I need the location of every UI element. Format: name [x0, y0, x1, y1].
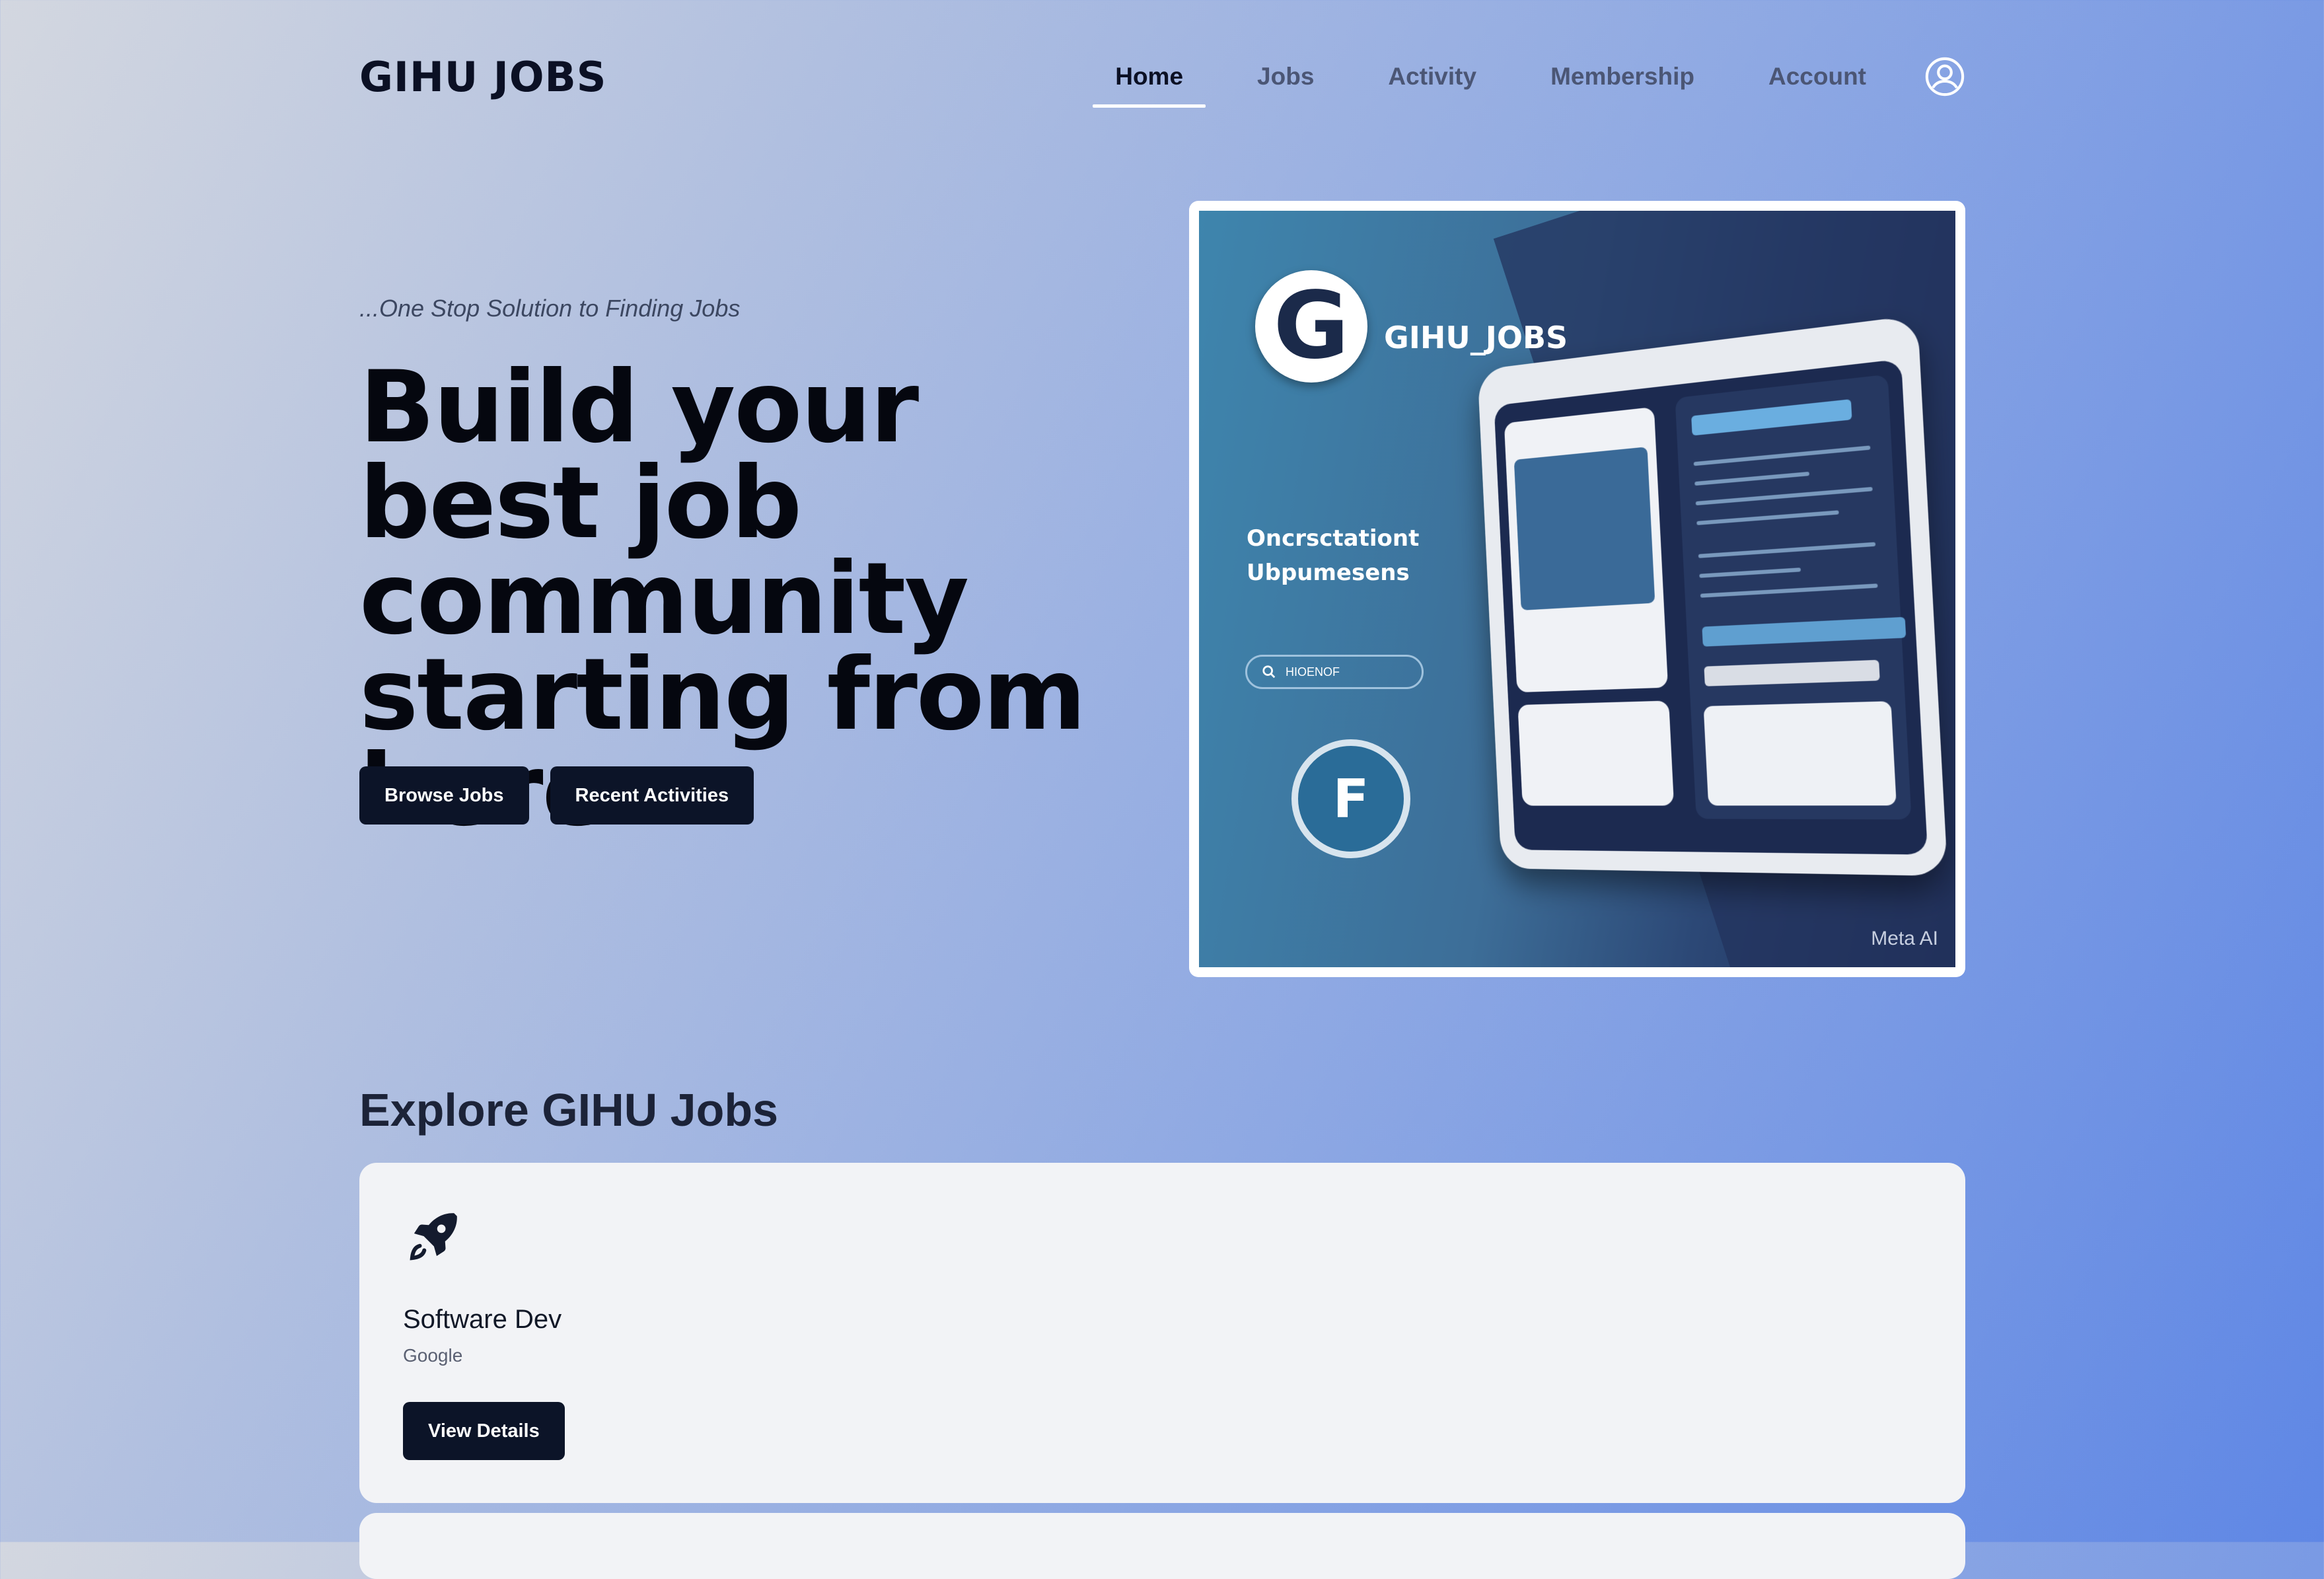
hero-image: G GIHU_JOBS Oncrsctationt Ubpumesens HIO… — [1189, 201, 1965, 977]
nav-jobs[interactable]: Jobs — [1257, 63, 1314, 91]
nav-activity[interactable]: Activity — [1388, 63, 1476, 91]
job-card — [359, 1513, 1965, 1579]
rocket-icon — [403, 1208, 462, 1267]
job-card — [359, 1163, 1965, 1503]
recent-activities-button[interactable]: Recent Activities — [550, 766, 754, 825]
job-title: Software Dev — [403, 1305, 562, 1335]
gihu-logo-icon: G — [1255, 270, 1367, 383]
hero-buttons: Browse Jobs Recent Activities — [359, 766, 754, 825]
job-company: Google — [403, 1345, 462, 1366]
nav-home[interactable]: Home — [1115, 63, 1183, 91]
illustration-brand: GIHU_JOBS — [1384, 320, 1568, 355]
tablet-mockup — [1477, 315, 1947, 876]
main-nav: Home Jobs Activity Membership Account — [1041, 50, 1965, 103]
view-details-button[interactable]: View Details — [403, 1402, 565, 1460]
watermark: Meta AI — [1871, 928, 1938, 950]
hero-illustration: G GIHU_JOBS Oncrsctationt Ubpumesens HIO… — [1199, 211, 1955, 967]
nav-account[interactable]: Account — [1768, 63, 1866, 91]
brand-logo[interactable]: GIHU JOBS — [359, 53, 606, 101]
illustration-search: HIOENOF — [1245, 655, 1424, 689]
illustration-subtitle: Oncrsctationt Ubpumesens — [1247, 521, 1419, 590]
page-container: GIHU JOBS Home Jobs Activity Membership … — [359, 0, 1965, 1542]
location-pin-icon: F — [1291, 739, 1410, 858]
hero-tagline: ...One Stop Solution to Finding Jobs — [359, 295, 740, 322]
user-circle-icon[interactable] — [1924, 56, 1965, 97]
browse-jobs-button[interactable]: Browse Jobs — [359, 766, 529, 825]
nav-membership[interactable]: Membership — [1550, 63, 1694, 91]
explore-title: Explore GIHU Jobs — [359, 1083, 778, 1136]
search-icon — [1262, 665, 1276, 679]
